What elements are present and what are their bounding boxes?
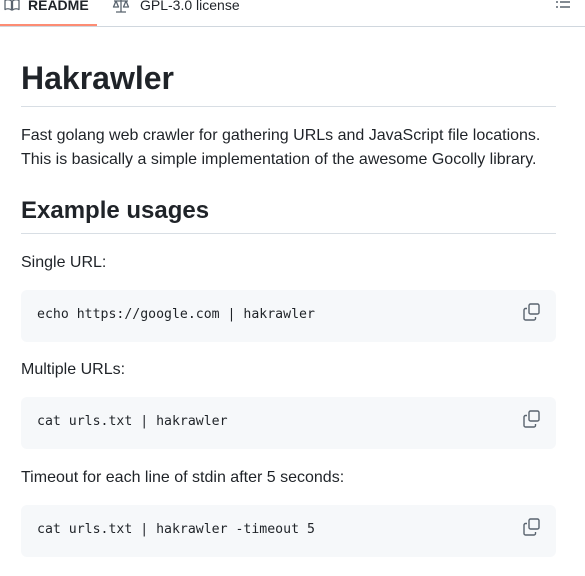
tab-readme-label: README — [28, 0, 89, 13]
code-block: cat urls.txt | hakrawler -timeout 5 — [21, 505, 556, 557]
copy-icon[interactable] — [522, 409, 542, 429]
code-snippet[interactable]: cat urls.txt | hakrawler -timeout 5 — [37, 522, 315, 537]
code-block: echo https://google.com | hakrawler — [21, 290, 556, 342]
copy-icon[interactable] — [522, 302, 542, 322]
code-snippet[interactable]: cat urls.txt | hakrawler — [37, 414, 228, 429]
example-label: Timeout for each line of stdin after 5 s… — [21, 469, 345, 486]
intro-paragraph: Fast golang web crawler for gathering UR… — [21, 127, 541, 168]
section-heading: Example usages — [21, 196, 556, 234]
book-icon — [4, 0, 20, 13]
tab-license-label: GPL-3.0 license — [140, 0, 240, 13]
list-icon[interactable] — [555, 0, 571, 10]
active-tab-indicator — [0, 24, 97, 26]
scale-icon — [112, 0, 130, 13]
page-title: Hakrawler — [21, 58, 556, 107]
tab-readme[interactable]: README — [0, 0, 97, 26]
readme-tab-bar: README GPL-3.0 license — [0, 0, 585, 27]
code-block: cat urls.txt | hakrawler — [21, 397, 556, 449]
code-snippet[interactable]: echo https://google.com | hakrawler — [37, 307, 315, 322]
copy-icon[interactable] — [522, 517, 542, 537]
example-label: Single URL: — [21, 254, 107, 271]
example-label: Multiple URLs: — [21, 361, 126, 378]
tab-license[interactable]: GPL-3.0 license — [112, 0, 240, 18]
